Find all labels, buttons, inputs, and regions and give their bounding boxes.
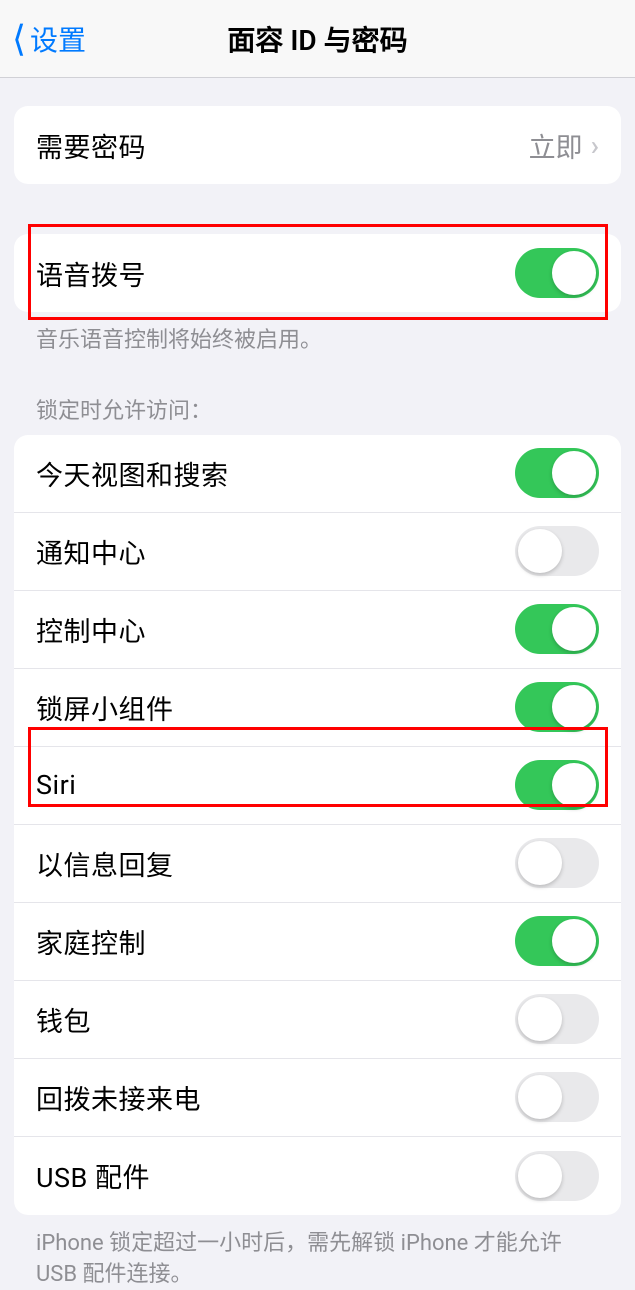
lock-access-row: 家庭控制 (14, 903, 621, 981)
chevron-right-icon: › (591, 129, 599, 162)
lock-access-item-label: USB 配件 (36, 1156, 150, 1195)
voice-dial-label: 语音拨号 (36, 254, 146, 293)
lock-access-item-label: 锁屏小组件 (36, 688, 174, 727)
toggle-knob (552, 685, 596, 729)
lock-access-row: 控制中心 (14, 591, 621, 669)
voice-dial-row: 语音拨号 (14, 234, 621, 312)
toggle-knob (552, 763, 596, 807)
lock-access-row: USB 配件 (14, 1137, 621, 1215)
lock-access-toggle[interactable] (515, 526, 599, 576)
lock-access-item-label: 控制中心 (36, 610, 146, 649)
page-title: 面容 ID 与密码 (227, 19, 407, 59)
header-bar: ⟨ 设置 面容 ID 与密码 (0, 0, 635, 78)
require-passcode-value: 立即 (529, 126, 583, 165)
voice-dial-footer: 音乐语音控制将始终被启用。 (14, 312, 621, 357)
toggle-knob (518, 1154, 562, 1198)
toggle-knob (518, 997, 562, 1041)
lock-access-row: 锁屏小组件 (14, 669, 621, 747)
toggle-knob (552, 919, 596, 963)
require-passcode-row[interactable]: 需要密码 立即 › (14, 106, 621, 184)
lock-access-item-label: 家庭控制 (36, 922, 146, 961)
lock-access-item-label: 钱包 (36, 1000, 91, 1039)
lock-access-toggle[interactable] (515, 916, 599, 966)
lock-access-toggle[interactable] (515, 604, 599, 654)
lock-access-item-label: 通知中心 (36, 532, 146, 571)
lock-access-toggle[interactable] (515, 994, 599, 1044)
lock-access-item-label: 以信息回复 (36, 844, 174, 883)
lock-access-row: 钱包 (14, 981, 621, 1059)
lock-access-footer: iPhone 锁定超过一小时后，需先解锁 iPhone 才能允许 USB 配件连… (14, 1215, 621, 1290)
lock-access-row: 通知中心 (14, 513, 621, 591)
lock-access-row: 今天视图和搜索 (14, 435, 621, 513)
lock-access-item-label: Siri (36, 769, 76, 801)
lock-access-toggle[interactable] (515, 838, 599, 888)
lock-access-row: 回拨未接来电 (14, 1059, 621, 1137)
voice-dial-toggle[interactable] (515, 248, 599, 298)
toggle-knob (552, 607, 596, 651)
lock-access-item-label: 今天视图和搜索 (36, 454, 229, 493)
toggle-knob (552, 251, 596, 295)
lock-access-toggle[interactable] (515, 1072, 599, 1122)
lock-access-row: 以信息回复 (14, 825, 621, 903)
lock-access-toggle[interactable] (515, 1151, 599, 1201)
back-label: 设置 (30, 19, 86, 59)
lock-access-toggle[interactable] (515, 448, 599, 498)
chevron-left-icon: ⟨ (12, 18, 26, 60)
toggle-knob (552, 451, 596, 495)
lock-access-list: 今天视图和搜索通知中心控制中心锁屏小组件 Siri 以信息回复家庭控制钱包回拨未接来… (14, 435, 621, 1215)
toggle-knob (518, 841, 562, 885)
lock-access-toggle[interactable] (515, 760, 599, 810)
lock-access-toggle[interactable] (515, 682, 599, 732)
toggle-knob (518, 1075, 562, 1119)
lock-access-header: 锁定时允许访问： (14, 393, 621, 435)
lock-access-item-label: 回拨未接来电 (36, 1078, 201, 1117)
toggle-knob (518, 529, 562, 573)
require-passcode-label: 需要密码 (36, 126, 146, 165)
lock-access-row: Siri (14, 747, 621, 825)
back-button[interactable]: ⟨ 设置 (0, 18, 86, 60)
